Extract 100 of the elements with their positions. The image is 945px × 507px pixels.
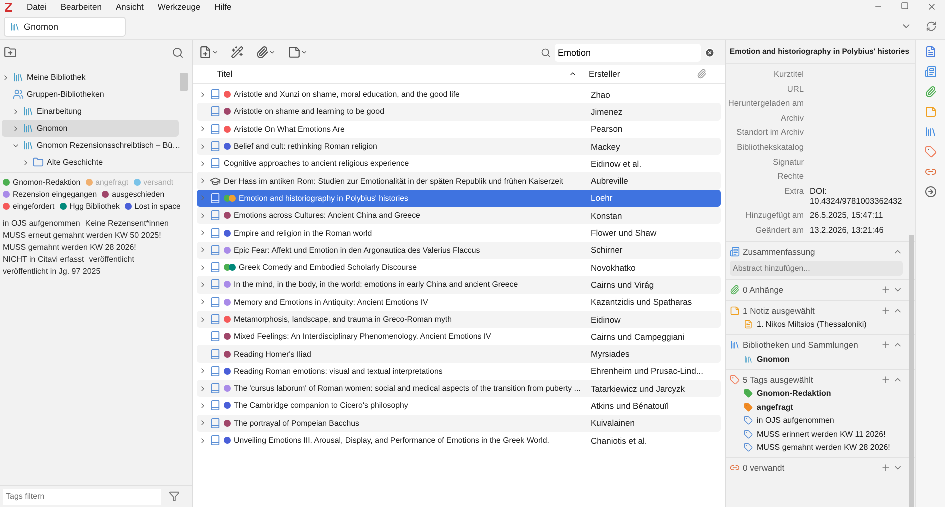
section-item[interactable]: in OJS aufgenommen	[730, 414, 903, 428]
tag-item[interactable]: in OJS aufgenommen	[3, 219, 80, 228]
library-icon	[23, 140, 34, 151]
book-icon	[210, 124, 221, 135]
section-header[interactable]: Zusammenfassung	[730, 244, 903, 259]
paperclip-icon[interactable]	[924, 86, 936, 98]
link-icon	[730, 463, 740, 474]
library-item[interactable]: Gnomon Rezensionsschreibtisch – Bü…	[2, 137, 179, 154]
item-creator: Pearson	[590, 124, 623, 134]
add-icon[interactable]	[881, 374, 891, 385]
item-creator: Kazantzidis und Spatharas	[590, 297, 692, 308]
field-value: 13.2.2026, 13:21:46	[810, 224, 885, 235]
item-creator: Zhao	[590, 90, 610, 100]
book-icon	[210, 348, 221, 360]
book-icon	[210, 262, 221, 274]
info-icon[interactable]	[924, 46, 936, 58]
add-icon[interactable]	[881, 284, 891, 295]
section-header[interactable]: 1 Notiz ausgewählt	[730, 304, 903, 318]
column-header[interactable]: Ersteller	[583, 69, 697, 79]
new-item-button[interactable]	[199, 46, 219, 59]
item-creator: Tatarkiewicz und Jarcyzk	[590, 384, 686, 394]
paperclip-icon	[256, 46, 269, 59]
item-creator: Cairns und Campeggiani	[590, 332, 685, 342]
tag-item[interactable]: veröffentlicht	[89, 255, 134, 264]
app-logo	[4, 2, 13, 12]
section-header[interactable]: Bibliotheken und Sammlungen	[730, 338, 903, 352]
close-icon[interactable]	[927, 2, 937, 12]
library-icon	[23, 123, 34, 134]
tag-item[interactable]: MUSS erneut gemahnt werden KW 50 2025!	[3, 231, 162, 240]
new-note-button[interactable]	[288, 46, 308, 59]
abstract-field[interactable]: Abstract hinzufügen...	[730, 260, 903, 276]
section-item[interactable]: 1. Nikos Miltsios (Thessaloniki)	[730, 318, 903, 332]
sync-icon[interactable]	[926, 21, 937, 32]
add-icon[interactable]	[881, 463, 891, 474]
link-icon[interactable]	[924, 166, 936, 178]
folder-icon	[33, 157, 44, 168]
tag-item[interactable]: Keine Rezensent*innen	[85, 219, 169, 228]
clear-icon[interactable]	[705, 48, 715, 58]
field-label: Extra	[784, 186, 804, 198]
search-icon[interactable]	[172, 46, 184, 58]
tag-filter-field[interactable]: Tags filtern	[3, 488, 161, 504]
section-item[interactable]: Gnomon	[730, 352, 903, 366]
menu-item[interactable]: Datei	[27, 2, 47, 12]
section-item[interactable]: Gnomon-Redaktion	[730, 386, 903, 400]
menu-item[interactable]: Werkzeuge	[158, 2, 201, 12]
column-header[interactable]: Titel	[193, 69, 583, 79]
tag-icon	[744, 443, 753, 452]
tag-item[interactable]: MUSS gemahnt werden KW 28 2026!	[3, 243, 136, 252]
field-label: Signatur	[772, 156, 804, 167]
field-label: Archiv	[780, 112, 804, 123]
tag-icon	[744, 416, 753, 426]
search-field[interactable]: Emotion	[555, 44, 701, 62]
field-label: Rechte	[776, 171, 804, 182]
item-creator: Novokhatko	[590, 262, 636, 273]
note-icon[interactable]	[924, 106, 936, 118]
field-label: Geändert am	[754, 224, 804, 235]
section-header[interactable]: 0 verwandt	[730, 461, 903, 476]
magic-wand-button[interactable]	[231, 46, 244, 59]
tag-item[interactable]: NICHT in Citavi erfasst	[3, 255, 84, 264]
library-icon[interactable]	[924, 126, 936, 138]
field-label: Bibliothekskatalog	[736, 142, 804, 152]
book-icon	[210, 383, 221, 394]
section-header[interactable]: 5 Tags ausgewählt	[730, 372, 903, 387]
library-icon	[744, 354, 753, 364]
library-item[interactable]: Alte Geschichte	[2, 154, 179, 171]
library-item[interactable]: Einarbeitung	[2, 103, 179, 120]
caret-icon	[269, 49, 276, 56]
book-icon	[210, 89, 221, 100]
tag-icon[interactable]	[924, 146, 936, 158]
library-tab[interactable]: Gnomon	[4, 16, 126, 36]
filter-icon[interactable]	[169, 491, 180, 502]
tag-item[interactable]: veröffentlicht in Jg. 97 2025	[3, 267, 101, 276]
library-item[interactable]: Meine Bibliothek	[2, 69, 179, 86]
library-item[interactable]: Gnomon	[2, 120, 179, 137]
add-icon[interactable]	[881, 306, 891, 316]
new-collection-icon[interactable]	[4, 46, 17, 59]
abstract-icon[interactable]	[924, 66, 936, 78]
book-icon	[210, 418, 221, 429]
book-icon	[210, 279, 221, 290]
book-icon	[210, 435, 221, 446]
section-header[interactable]: 0 Anhänge	[730, 282, 903, 297]
book-icon	[210, 366, 221, 377]
menu-item[interactable]: Hilfe	[214, 2, 232, 12]
section-item[interactable]: angefragt	[730, 400, 903, 414]
book-icon	[210, 296, 221, 308]
locate-icon[interactable]	[924, 186, 936, 198]
add-icon[interactable]	[881, 340, 891, 350]
item-creator: Ehrenheim und Prusac-Lind...	[590, 366, 704, 376]
library-icon	[13, 72, 24, 83]
maximize-icon[interactable]	[901, 2, 909, 10]
menu-item[interactable]: Bearbeiten	[60, 2, 102, 12]
add-attachment-button[interactable]	[256, 46, 276, 59]
book-icon	[210, 210, 221, 222]
field-value: 26.5.2025, 15:47:11	[810, 210, 884, 220]
menu-item[interactable]: Ansicht	[116, 2, 144, 12]
section-item[interactable]: MUSS erinnert werden KW 11 2026!	[730, 427, 903, 441]
field-label: Standort im Archiv	[736, 127, 804, 138]
item-creator: Flower und Shaw	[590, 228, 657, 238]
library-item[interactable]: Gruppen-Bibliotheken	[2, 86, 179, 103]
section-item[interactable]: MUSS gemahnt werden KW 28 2026!	[730, 440, 903, 454]
